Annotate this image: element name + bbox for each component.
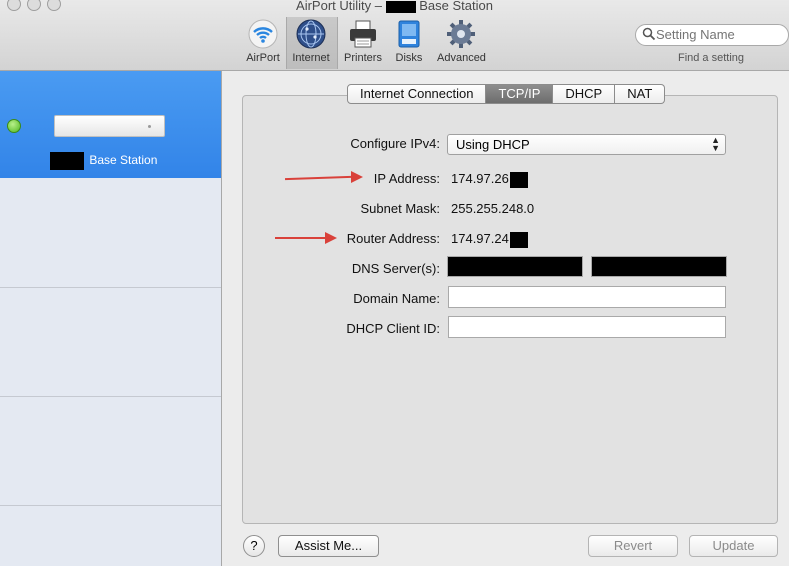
gear-icon bbox=[445, 18, 477, 50]
search-icon bbox=[642, 27, 656, 44]
toolbar-internet-label: Internet bbox=[292, 52, 330, 64]
dns-servers-label: DNS Server(s): bbox=[351, 261, 440, 276]
dhcp-client-id-field[interactable] bbox=[448, 316, 726, 338]
tab-internet-connection[interactable]: Internet Connection bbox=[347, 84, 487, 104]
revert-button[interactable]: Revert bbox=[588, 535, 678, 557]
dns-server-1-field[interactable] bbox=[447, 256, 583, 277]
disk-icon bbox=[393, 18, 425, 50]
toolbar-airport-button[interactable]: AirPort bbox=[239, 18, 287, 64]
toolbar-airport-label: AirPort bbox=[246, 52, 280, 64]
tab-tcp-ip[interactable]: TCP/IP bbox=[486, 84, 554, 104]
dhcp-client-id-label: DHCP Client ID: bbox=[346, 321, 440, 336]
ip-address-value: 174.97.26 bbox=[451, 171, 528, 188]
sidebar-divider bbox=[0, 505, 221, 506]
device-status-light bbox=[148, 125, 151, 128]
toolbar-printers-button[interactable]: Printers bbox=[339, 18, 387, 64]
dns-server-2-field[interactable] bbox=[591, 256, 727, 277]
toolbar-internet-button[interactable]: Internet bbox=[287, 18, 335, 64]
subnet-mask-value: 255.255.248.0 bbox=[451, 201, 535, 216]
window-title: AirPort Utility – Base Station bbox=[296, 0, 493, 13]
window-toolbar: AirPort Utility – Base Station AirPort I… bbox=[0, 0, 789, 71]
sidebar-divider bbox=[0, 396, 221, 397]
toolbar-advanced-button[interactable]: Advanced bbox=[437, 18, 486, 64]
status-indicator-icon bbox=[7, 119, 21, 133]
tab-bar: Internet Connection TCP/IP DHCP NAT bbox=[347, 84, 666, 104]
toolbar-disks-label: Disks bbox=[395, 52, 423, 64]
configure-ipv4-value: Using DHCP bbox=[456, 137, 530, 152]
assist-me-button[interactable]: Assist Me... bbox=[278, 535, 379, 557]
internet-globe-icon bbox=[295, 18, 327, 50]
select-arrows-icon: ▲ ▼ bbox=[711, 135, 720, 153]
sidebar-divider bbox=[0, 287, 221, 288]
search-field[interactable] bbox=[635, 24, 789, 46]
search-caption: Find a setting bbox=[677, 52, 745, 64]
domain-name-label: Domain Name: bbox=[353, 291, 440, 306]
device-sidebar: Base Station bbox=[0, 71, 222, 566]
toolbar-printers-label: Printers bbox=[344, 52, 382, 64]
airport-wifi-icon bbox=[247, 18, 279, 50]
router-address-label: Router Address: bbox=[346, 231, 440, 246]
ip-address-label: IP Address: bbox=[373, 171, 440, 186]
configure-ipv4-select[interactable]: Using DHCP ▲ ▼ bbox=[447, 134, 726, 155]
base-station-device-icon bbox=[54, 115, 165, 137]
subnet-mask-label: Subnet Mask: bbox=[360, 201, 441, 216]
printer-icon bbox=[347, 18, 379, 50]
settings-panel bbox=[242, 95, 778, 524]
help-button[interactable]: ? bbox=[243, 535, 265, 557]
redacted-name bbox=[385, 0, 416, 13]
router-address-value: 174.97.24 bbox=[451, 231, 528, 248]
tab-nat[interactable]: NAT bbox=[615, 84, 666, 104]
redacted-name bbox=[50, 152, 84, 170]
configure-ipv4-label: Configure IPv4: bbox=[350, 136, 440, 151]
domain-name-field[interactable] bbox=[448, 286, 726, 308]
toolbar-disks-button[interactable]: Disks bbox=[385, 18, 433, 64]
search-input[interactable] bbox=[656, 27, 780, 42]
sidebar-device-label: Base Station bbox=[50, 152, 157, 170]
tab-dhcp[interactable]: DHCP bbox=[553, 84, 616, 104]
toolbar-advanced-label: Advanced bbox=[437, 52, 486, 64]
sidebar-item-base-station[interactable]: Base Station bbox=[0, 71, 221, 178]
update-button[interactable]: Update bbox=[689, 535, 778, 557]
